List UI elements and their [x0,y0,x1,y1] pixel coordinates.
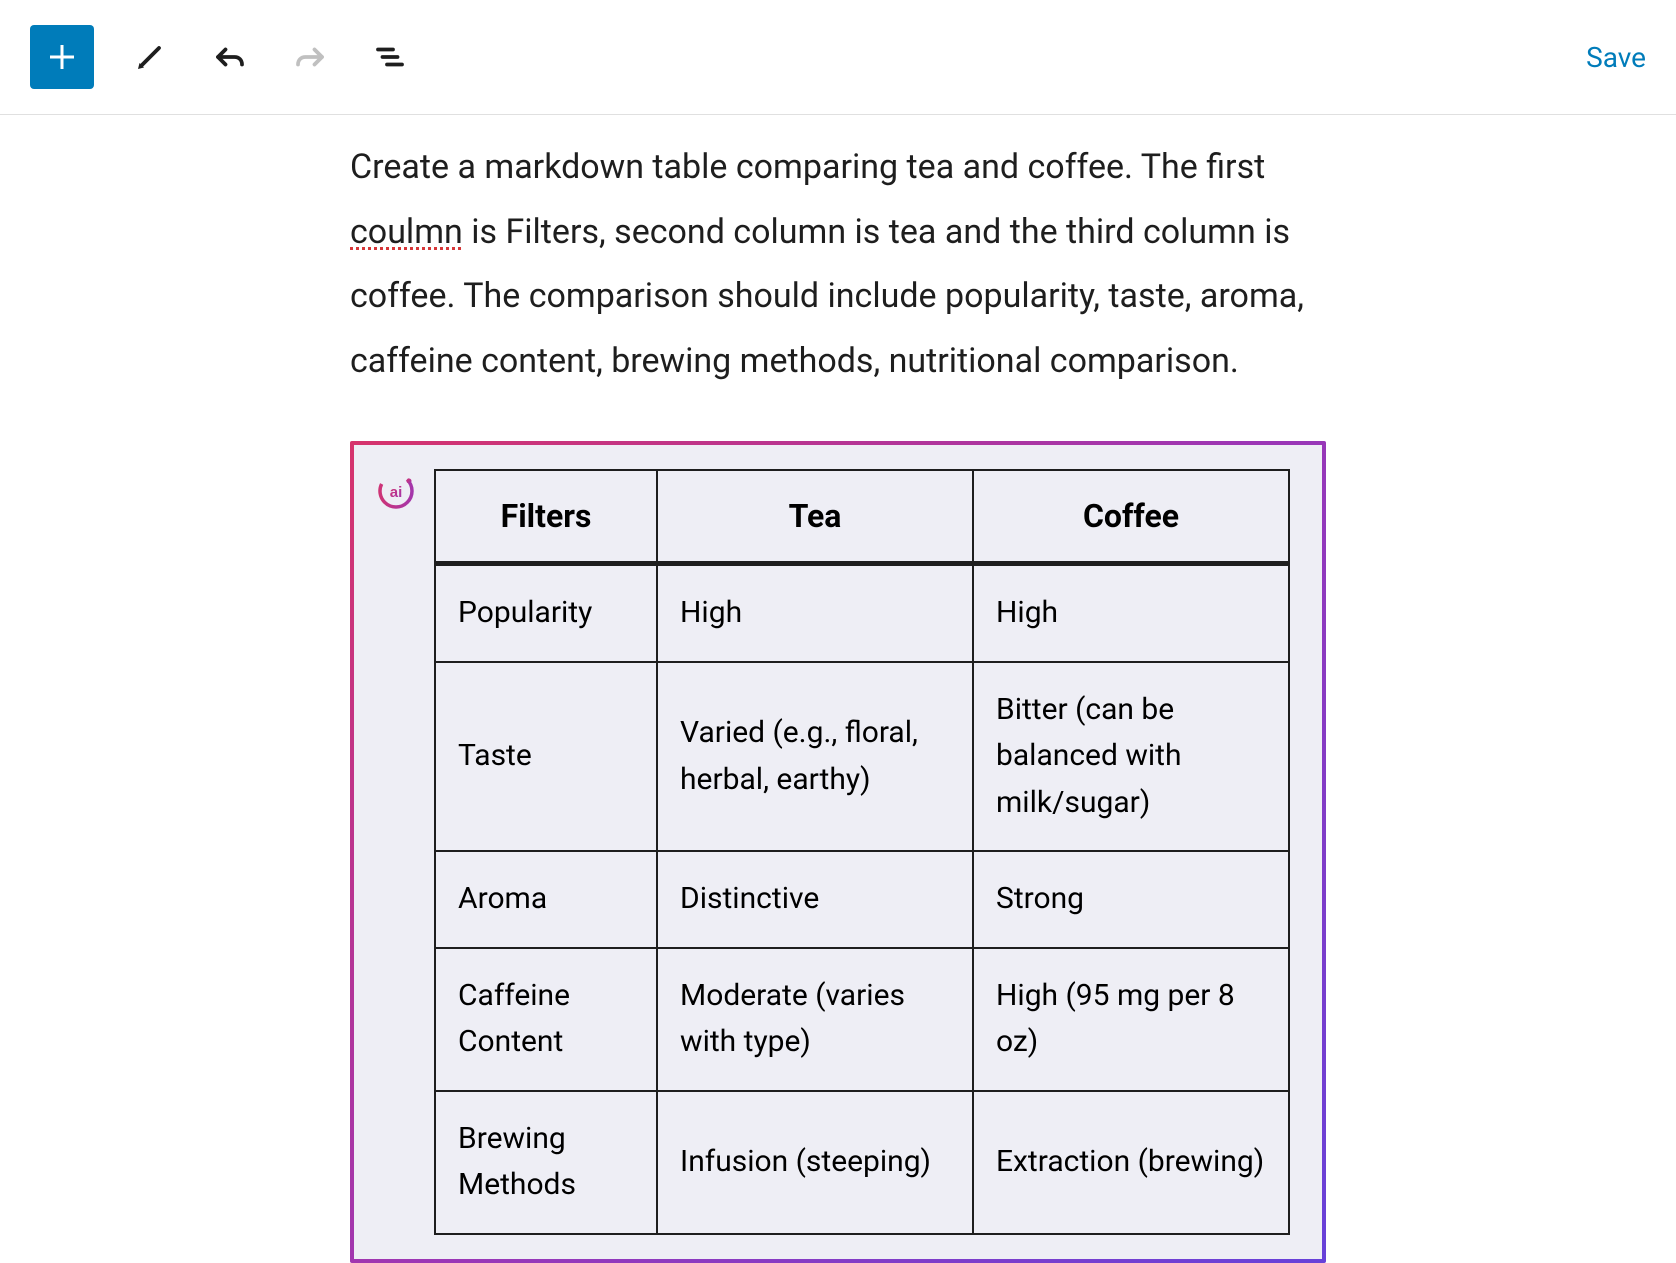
table-header-row: Filters Tea Coffee [435,470,1289,564]
cell-coffee: Strong [973,851,1289,948]
prompt-text-part1: Create a markdown table comparing tea an… [350,147,1265,187]
redo-button[interactable] [286,33,334,81]
table-header-tea: Tea [657,470,973,564]
cell-tea: Varied (e.g., floral, herbal, earthy) [657,662,973,852]
undo-icon [212,39,248,75]
cell-filter: Popularity [435,564,657,662]
table-header-coffee: Coffee [973,470,1289,564]
table-row: Aroma Distinctive Strong [435,851,1289,948]
comparison-table: Filters Tea Coffee Popularity High High … [434,469,1290,1235]
list-view-icon [372,39,408,75]
ai-badge-icon: ai [376,471,416,511]
pencil-icon [132,39,168,75]
cell-tea: Distinctive [657,851,973,948]
cell-tea: High [657,564,973,662]
redo-icon [292,39,328,75]
table-row: Taste Varied (e.g., floral, herbal, eart… [435,662,1289,852]
table-row: Caffeine Content Moderate (varies with t… [435,948,1289,1091]
cell-coffee: High (95 mg per 8 oz) [973,948,1289,1091]
table-row: Brewing Methods Infusion (steeping) Extr… [435,1091,1289,1234]
cell-filter: Taste [435,662,657,852]
cell-coffee: Extraction (brewing) [973,1091,1289,1234]
plus-icon [44,39,80,75]
prompt-text-part2: is Filters, second column is tea and the… [350,212,1304,381]
document-overview-button[interactable] [366,33,414,81]
cell-filter: Brewing Methods [435,1091,657,1234]
cell-filter: Caffeine Content [435,948,657,1091]
table-header-filters: Filters [435,470,657,564]
ai-generated-block[interactable]: ai Filters Tea Coffee Popularity High Hi… [350,441,1326,1263]
cell-filter: Aroma [435,851,657,948]
undo-button[interactable] [206,33,254,81]
table-row: Popularity High High [435,564,1289,662]
toolbar-left-group [30,25,1554,89]
prompt-paragraph[interactable]: Create a markdown table comparing tea an… [350,135,1326,393]
editor-toolbar: Save [0,0,1676,115]
cell-coffee: High [973,564,1289,662]
cell-tea: Moderate (varies with type) [657,948,973,1091]
cell-tea: Infusion (steeping) [657,1091,973,1234]
prompt-misspelled-word[interactable]: coulmn [350,212,463,252]
add-block-button[interactable] [30,25,94,89]
editor-content[interactable]: Create a markdown table comparing tea an… [0,115,1676,1263]
edit-mode-button[interactable] [126,33,174,81]
svg-text:ai: ai [390,484,403,501]
save-button[interactable]: Save [1586,41,1646,74]
cell-coffee: Bitter (can be balanced with milk/sugar) [973,662,1289,852]
